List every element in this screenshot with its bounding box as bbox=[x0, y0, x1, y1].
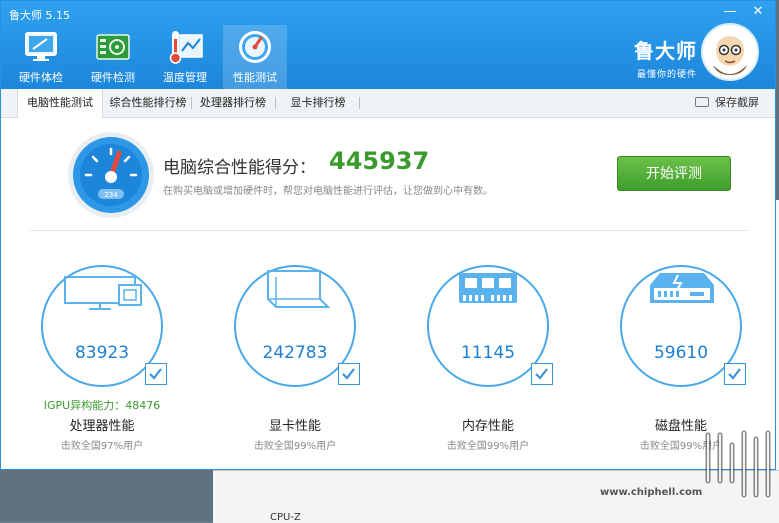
nav-tab-hardware-checkup[interactable]: 硬件体检 bbox=[9, 25, 73, 89]
score-title: 电脑综合性能得分： bbox=[163, 158, 316, 178]
background-window-label: CPU-Z bbox=[270, 512, 301, 523]
gpu-card-rank: 击败全国99%用户 bbox=[253, 441, 337, 452]
memory-card-title: 内存性能 bbox=[461, 419, 514, 434]
disk-drive-icon bbox=[650, 273, 714, 303]
score-subtitle: 在购买电脑或增加硬件时，帮您对电脑性能进行评估，让您做到心中有数。 bbox=[163, 186, 493, 197]
score-value: 445937 bbox=[329, 147, 430, 175]
cpu-performance-card: 83923 IGPU异构能力：48476 处理器性能 击败全国97%用户 bbox=[39, 263, 169, 463]
checkmark-icon bbox=[535, 368, 548, 380]
subtab-divider bbox=[275, 97, 276, 109]
cpu-score: 83923 bbox=[74, 343, 130, 363]
performance-gauge-icon: 234 bbox=[68, 132, 154, 218]
divider bbox=[29, 230, 749, 231]
cpu-monitor-icon bbox=[64, 276, 142, 310]
nav-tab-label: 温度管理 bbox=[163, 71, 207, 84]
graphics-cube-icon bbox=[267, 270, 331, 308]
cpu-checkbox[interactable] bbox=[145, 363, 167, 385]
igpu-score: IGPU异构能力：48476 bbox=[43, 399, 161, 412]
start-test-button[interactable]: 开始评测 bbox=[617, 156, 731, 191]
disk-score: 59610 bbox=[653, 343, 709, 363]
camera-icon bbox=[695, 97, 709, 107]
mascot-face-icon bbox=[705, 27, 755, 77]
nav-tab-temperature[interactable]: 温度管理 bbox=[153, 25, 217, 89]
disk-checkbox[interactable] bbox=[724, 363, 746, 385]
watermark-url: www.chiphell.com bbox=[600, 487, 703, 498]
speedometer-icon bbox=[239, 31, 271, 63]
memory-performance-card: 11145 内存性能 击败全国99%用户 bbox=[425, 263, 555, 463]
subtab-gpu-ranking[interactable]: 显卡排行榜 bbox=[281, 89, 355, 117]
subtab-pc-performance[interactable]: 电脑性能测试 bbox=[17, 89, 103, 118]
gpu-checkbox[interactable] bbox=[338, 363, 360, 385]
gpu-performance-card: 242783 显卡性能 击败全国99%用户 bbox=[232, 263, 362, 463]
title-bar: 鲁大师 5.15 — ✕ 硬件体检 硬件检测 温度管理 性能测试 鲁大师 最懂你… bbox=[1, 1, 775, 89]
subtab-divider bbox=[191, 97, 192, 109]
memory-chip-icon bbox=[459, 273, 517, 303]
brand-slogan: 最懂你的硬件 bbox=[636, 70, 697, 80]
circuit-board-icon bbox=[96, 34, 130, 60]
save-screenshot-label: 保存截屏 bbox=[715, 96, 759, 109]
gpu-card-title: 显卡性能 bbox=[268, 419, 321, 434]
brand-name: 鲁大师 bbox=[634, 39, 697, 63]
nav-tab-label: 硬件检测 bbox=[91, 71, 135, 84]
checkmark-icon bbox=[728, 368, 741, 380]
checkmark-icon bbox=[149, 368, 162, 380]
memory-score: 11145 bbox=[460, 343, 516, 363]
checkmark-icon bbox=[342, 368, 355, 380]
nav-tab-label: 性能测试 bbox=[233, 71, 277, 84]
app-title: 鲁大师 5.15 bbox=[9, 9, 70, 22]
gpu-score: 242783 bbox=[262, 343, 328, 363]
memory-checkbox[interactable] bbox=[531, 363, 553, 385]
close-button[interactable]: ✕ bbox=[749, 3, 767, 21]
thermometer-icon bbox=[169, 31, 203, 64]
cpu-card-rank: 击败全国97%用户 bbox=[60, 441, 144, 452]
subtab-divider bbox=[359, 97, 360, 109]
nav-tab-performance[interactable]: 性能测试 bbox=[223, 25, 287, 89]
avatar[interactable] bbox=[701, 23, 759, 81]
app-window: 鲁大师 5.15 — ✕ 硬件体检 硬件检测 温度管理 性能测试 鲁大师 最懂你… bbox=[0, 0, 776, 470]
nav-tab-hardware-detect[interactable]: 硬件检测 bbox=[81, 25, 145, 89]
gauge-digits: 234 bbox=[104, 191, 118, 199]
sub-tab-bar: 电脑性能测试 综合性能排行榜 处理器排行榜 显卡排行榜 保存截屏 bbox=[1, 89, 775, 118]
subtab-cpu-ranking[interactable]: 处理器排行榜 bbox=[195, 89, 271, 117]
brand: 鲁大师 最懂你的硬件 bbox=[634, 35, 697, 80]
minimize-button[interactable]: — bbox=[721, 3, 739, 21]
cpu-card-title: 处理器性能 bbox=[69, 419, 135, 434]
save-screenshot-button[interactable]: 保存截屏 bbox=[695, 89, 759, 117]
memory-card-rank: 击败全国99%用户 bbox=[446, 441, 530, 452]
monitor-icon bbox=[25, 32, 57, 61]
nav-tab-label: 硬件体检 bbox=[19, 71, 63, 84]
subtab-overall-ranking[interactable]: 综合性能排行榜 bbox=[105, 89, 191, 117]
window-controls: — ✕ bbox=[721, 3, 767, 21]
